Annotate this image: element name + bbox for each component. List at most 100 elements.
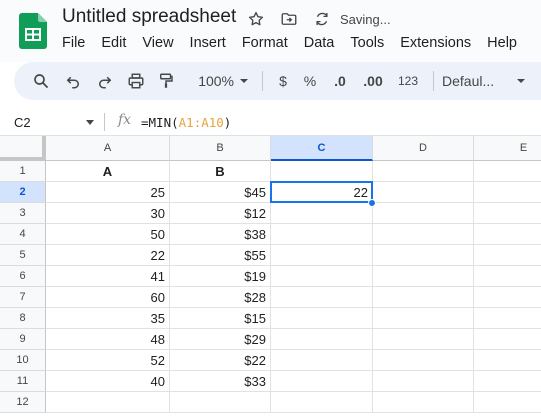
cell-c2[interactable]: 22 xyxy=(271,182,373,203)
paint-format-icon[interactable] xyxy=(152,68,180,94)
menu-help[interactable]: Help xyxy=(479,35,525,51)
row-header-2[interactable]: 2 xyxy=(0,182,46,203)
font-family-select[interactable]: Defaul... xyxy=(442,68,512,94)
cell-b12[interactable] xyxy=(170,392,271,413)
menu-data[interactable]: Data xyxy=(296,35,343,51)
cell-a4[interactable]: 50 xyxy=(46,224,170,245)
cell-a7[interactable]: 60 xyxy=(46,287,170,308)
column-header-d[interactable]: D xyxy=(373,136,474,161)
print-icon[interactable] xyxy=(120,68,152,94)
cell-c6[interactable] xyxy=(271,266,373,287)
cell-d2[interactable] xyxy=(373,182,474,203)
cell-d3[interactable] xyxy=(373,203,474,224)
document-title[interactable]: Untitled spreadsheet xyxy=(62,6,236,28)
undo-icon[interactable] xyxy=(56,68,90,94)
move-folder-icon[interactable] xyxy=(279,9,299,29)
column-header-a[interactable]: A xyxy=(46,136,170,161)
cell-d11[interactable] xyxy=(373,371,474,392)
decrease-decimal-button[interactable]: .0 xyxy=(325,68,355,94)
row-header-12[interactable]: 12 xyxy=(0,392,46,413)
cell-c1[interactable] xyxy=(271,161,373,182)
cell-a12[interactable] xyxy=(46,392,170,413)
cell-c4[interactable] xyxy=(271,224,373,245)
menu-edit[interactable]: Edit xyxy=(93,35,134,51)
menu-file[interactable]: File xyxy=(54,35,93,51)
row-header-4[interactable]: 4 xyxy=(0,224,46,245)
cell-a1[interactable]: A xyxy=(46,161,170,182)
cell-e1[interactable] xyxy=(474,161,541,182)
cell-d10[interactable] xyxy=(373,350,474,371)
fill-handle[interactable] xyxy=(368,199,376,207)
cell-a6[interactable]: 41 xyxy=(46,266,170,287)
chevron-down-icon[interactable] xyxy=(234,68,254,94)
cell-c10[interactable] xyxy=(271,350,373,371)
cell-b3[interactable]: $12 xyxy=(170,203,271,224)
star-icon[interactable] xyxy=(246,9,266,29)
cell-e12[interactable] xyxy=(474,392,541,413)
cell-e7[interactable] xyxy=(474,287,541,308)
cell-d12[interactable] xyxy=(373,392,474,413)
column-header-c[interactable]: C xyxy=(271,136,373,161)
row-header-6[interactable]: 6 xyxy=(0,266,46,287)
select-all-corner[interactable] xyxy=(0,136,46,161)
cell-c9[interactable] xyxy=(271,329,373,350)
row-header-3[interactable]: 3 xyxy=(0,203,46,224)
row-header-5[interactable]: 5 xyxy=(0,245,46,266)
zoom-select[interactable]: 100% xyxy=(180,68,234,94)
cell-e8[interactable] xyxy=(474,308,541,329)
cell-a8[interactable]: 35 xyxy=(46,308,170,329)
currency-format-button[interactable]: $ xyxy=(271,68,295,94)
cell-e9[interactable] xyxy=(474,329,541,350)
cell-d7[interactable] xyxy=(373,287,474,308)
increase-decimal-button[interactable]: .00 xyxy=(355,68,391,94)
font-chevron-down-icon[interactable] xyxy=(512,68,530,94)
menu-insert[interactable]: Insert xyxy=(182,35,234,51)
redo-icon[interactable] xyxy=(90,68,120,94)
menu-extensions[interactable]: Extensions xyxy=(392,35,479,51)
cell-c12[interactable] xyxy=(271,392,373,413)
more-formats-button[interactable]: 123 xyxy=(391,68,425,94)
cell-d9[interactable] xyxy=(373,329,474,350)
row-header-1[interactable]: 1 xyxy=(0,161,46,182)
cell-e2[interactable] xyxy=(474,182,541,203)
cell-b7[interactable]: $28 xyxy=(170,287,271,308)
cell-b5[interactable]: $55 xyxy=(170,245,271,266)
menu-tools[interactable]: Tools xyxy=(342,35,392,51)
cell-a10[interactable]: 52 xyxy=(46,350,170,371)
cell-c8[interactable] xyxy=(271,308,373,329)
row-header-10[interactable]: 10 xyxy=(0,350,46,371)
name-box-chevron-down-icon[interactable] xyxy=(85,119,95,127)
cell-b11[interactable]: $33 xyxy=(170,371,271,392)
percent-format-button[interactable]: % xyxy=(295,68,325,94)
cell-b8[interactable]: $15 xyxy=(170,308,271,329)
cell-b10[interactable]: $22 xyxy=(170,350,271,371)
cell-d8[interactable] xyxy=(373,308,474,329)
menu-format[interactable]: Format xyxy=(234,35,296,51)
cell-c11[interactable] xyxy=(271,371,373,392)
cell-a3[interactable]: 30 xyxy=(46,203,170,224)
search-menus-icon[interactable] xyxy=(28,68,54,94)
cell-a2[interactable]: 25 xyxy=(46,182,170,203)
cell-b2[interactable]: $45 xyxy=(170,182,271,203)
cell-e11[interactable] xyxy=(474,371,541,392)
cell-e3[interactable] xyxy=(474,203,541,224)
column-header-b[interactable]: B xyxy=(170,136,271,161)
cell-e6[interactable] xyxy=(474,266,541,287)
cell-b6[interactable]: $19 xyxy=(170,266,271,287)
name-box[interactable]: C2 xyxy=(14,115,31,130)
cell-c3[interactable] xyxy=(271,203,373,224)
cell-d5[interactable] xyxy=(373,245,474,266)
cell-c7[interactable] xyxy=(271,287,373,308)
formula-input[interactable]: =MIN(A1:A10) xyxy=(141,115,231,130)
row-header-9[interactable]: 9 xyxy=(0,329,46,350)
row-header-8[interactable]: 8 xyxy=(0,308,46,329)
cell-b4[interactable]: $38 xyxy=(170,224,271,245)
cell-e5[interactable] xyxy=(474,245,541,266)
cell-d6[interactable] xyxy=(373,266,474,287)
cell-e10[interactable] xyxy=(474,350,541,371)
cell-a5[interactable]: 22 xyxy=(46,245,170,266)
sheets-logo-icon[interactable] xyxy=(19,13,47,49)
cell-c5[interactable] xyxy=(271,245,373,266)
cell-d1[interactable] xyxy=(373,161,474,182)
cell-e4[interactable] xyxy=(474,224,541,245)
